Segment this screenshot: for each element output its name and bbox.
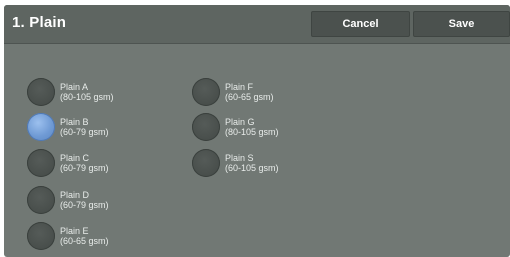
option-name: Plain C [60,153,90,163]
option-name: Plain S [225,153,254,163]
radio-plain-s[interactable] [192,149,220,177]
paper-type-panel: 1. Plain Cancel Save Plain A (80-105 gsm… [4,5,510,257]
option-plain-e[interactable]: Plain E (60-65 gsm) [27,222,109,250]
radio-plain-g[interactable] [192,113,220,141]
option-plain-s[interactable]: Plain S (60-105 gsm) [192,149,279,177]
header-bar: 1. Plain Cancel Save [4,5,510,44]
option-label: Plain E (60-65 gsm) [60,226,109,246]
option-name: Plain A [60,82,89,92]
option-plain-c[interactable]: Plain C (60-79 gsm) [27,149,109,177]
option-weight: (60-65 gsm) [60,236,109,246]
radio-plain-d[interactable] [27,186,55,214]
option-plain-b[interactable]: Plain B (60-79 gsm) [27,113,109,141]
radio-plain-c[interactable] [27,149,55,177]
option-name: Plain B [60,117,89,127]
option-name: Plain G [225,117,255,127]
option-plain-a[interactable]: Plain A (80-105 gsm) [27,78,114,106]
option-plain-g[interactable]: Plain G (80-105 gsm) [192,113,279,141]
radio-plain-a[interactable] [27,78,55,106]
option-label: Plain A (80-105 gsm) [60,82,114,102]
radio-plain-e[interactable] [27,222,55,250]
option-label: Plain D (60-79 gsm) [60,190,109,210]
radio-plain-b-selected[interactable] [27,113,55,141]
option-weight: (60-79 gsm) [60,200,109,210]
option-weight: (80-105 gsm) [60,92,114,102]
option-name: Plain E [60,226,89,236]
option-weight: (80-105 gsm) [225,127,279,137]
option-plain-d[interactable]: Plain D (60-79 gsm) [27,186,109,214]
option-label: Plain S (60-105 gsm) [225,153,279,173]
option-weight: (60-105 gsm) [225,163,279,173]
option-label: Plain C (60-79 gsm) [60,153,109,173]
page-title: 1. Plain [12,14,67,31]
option-label: Plain B (60-79 gsm) [60,117,109,137]
option-weight: (60-79 gsm) [60,127,109,137]
option-label: Plain F (60-65 gsm) [225,82,274,102]
save-button[interactable]: Save [413,11,510,37]
option-name: Plain D [60,190,90,200]
cancel-button[interactable]: Cancel [311,11,410,37]
option-label: Plain G (80-105 gsm) [225,117,279,137]
option-plain-f[interactable]: Plain F (60-65 gsm) [192,78,274,106]
radio-plain-f[interactable] [192,78,220,106]
option-weight: (60-79 gsm) [60,163,109,173]
option-weight: (60-65 gsm) [225,92,274,102]
option-name: Plain F [225,82,254,92]
